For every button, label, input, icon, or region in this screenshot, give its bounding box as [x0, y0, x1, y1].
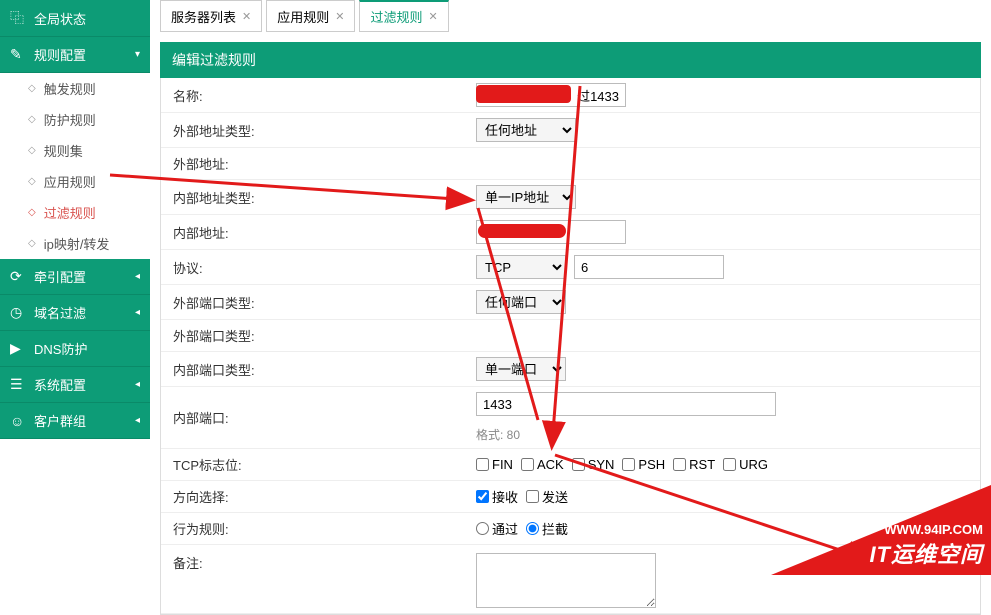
nav-customer[interactable]: ☺ 客户群组 ◂: [0, 403, 150, 439]
sidebar: ⿻ 全局状态 ✎ 规则配置 ▾ 触发规则 防护规则 规则集 应用规则 过滤规则 …: [0, 0, 150, 575]
input-protocol-num[interactable]: [574, 255, 724, 279]
nav-label: 客户群组: [34, 411, 86, 430]
hint-int-port: 格式: 80: [476, 426, 520, 443]
copy-icon: ⿻: [10, 8, 26, 28]
checkbox-rst[interactable]: RST: [673, 457, 715, 472]
checkbox-fin[interactable]: FIN: [476, 457, 513, 472]
label-ext-port-type: 外部端口类型:: [161, 293, 471, 312]
list-icon: ☰: [10, 376, 26, 393]
textarea-remark[interactable]: [476, 553, 656, 608]
nav-sub-filter-rule[interactable]: 过滤规则: [0, 197, 150, 228]
label-tcp-flags: TCP标志位:: [161, 455, 471, 474]
checkbox-recv[interactable]: 接收: [476, 487, 518, 506]
nav-traction[interactable]: ⟳ 牵引配置 ◂: [0, 259, 150, 295]
checkbox-send[interactable]: 发送: [526, 487, 568, 506]
nav-label: 系统配置: [34, 375, 86, 394]
chevron-down-icon: ▾: [135, 49, 140, 60]
checkbox-syn[interactable]: SYN: [572, 457, 615, 472]
label-int-addr-type: 内部地址类型:: [161, 188, 471, 207]
tab-server-list[interactable]: 服务器列表 ✕: [160, 0, 262, 32]
chevron-left-icon: ◂: [135, 271, 140, 282]
nav-label: DNS防护: [34, 339, 87, 358]
select-int-port-type[interactable]: 单一端口: [476, 357, 566, 381]
radio-block[interactable]: 拦截: [526, 519, 568, 538]
users-icon: ☺: [10, 413, 26, 429]
close-icon[interactable]: ✕: [428, 10, 437, 23]
nav-global-status[interactable]: ⿻ 全局状态: [0, 0, 150, 37]
label-int-port: 内部端口:: [161, 408, 471, 427]
nav-label: 全局状态: [34, 9, 86, 28]
select-ext-port-type[interactable]: 任何端口: [476, 290, 566, 314]
label-ext-addr-type: 外部地址类型:: [161, 121, 471, 140]
watermark-text: WWW.94IP.COM IT运维空间: [869, 522, 983, 569]
close-icon[interactable]: ✕: [242, 10, 251, 23]
panel-header: 编辑过滤规则: [160, 42, 981, 78]
label-ext-port-type2: 外部端口类型:: [161, 326, 471, 345]
label-ext-addr: 外部地址:: [161, 154, 471, 173]
chevron-left-icon: ◂: [135, 379, 140, 390]
input-int-port[interactable]: [476, 392, 776, 416]
label-int-port-type: 内部端口类型:: [161, 360, 471, 379]
checkbox-psh[interactable]: PSH: [622, 457, 665, 472]
select-protocol[interactable]: TCP: [476, 255, 566, 279]
close-icon[interactable]: ✕: [335, 10, 344, 23]
nav-label: 域名过滤: [34, 303, 86, 322]
label-direction: 方向选择:: [161, 487, 471, 506]
play-icon: ▶: [10, 340, 26, 357]
chevron-left-icon: ◂: [135, 307, 140, 318]
checkbox-urg[interactable]: URG: [723, 457, 768, 472]
nav-sub-app-rule[interactable]: 应用规则: [0, 166, 150, 197]
select-int-addr-type[interactable]: 单一IP地址: [476, 185, 576, 209]
nav-label: 规则配置: [34, 45, 86, 64]
nav-dns-protect[interactable]: ▶ DNS防护: [0, 331, 150, 367]
select-ext-addr-type[interactable]: 任何地址: [476, 118, 576, 142]
nav-sub-trigger[interactable]: 触发规则: [0, 73, 150, 104]
chevron-left-icon: ◂: [135, 415, 140, 426]
input-name[interactable]: [476, 83, 626, 107]
refresh-icon: ⟳: [10, 268, 26, 285]
input-int-addr[interactable]: [476, 220, 626, 244]
nav-label: 牵引配置: [34, 267, 86, 286]
tab-app-rule[interactable]: 应用规则 ✕: [266, 0, 355, 32]
nav-sub-ruleset[interactable]: 规则集: [0, 135, 150, 166]
nav-sub-ip-mapping[interactable]: ip映射/转发: [0, 228, 150, 259]
label-name: 名称:: [161, 86, 471, 105]
label-remark: 备注:: [161, 553, 471, 572]
tab-bar: 服务器列表 ✕ 应用规则 ✕ 过滤规则 ✕: [160, 0, 981, 32]
dashboard-icon: ◷: [10, 304, 26, 321]
radio-pass[interactable]: 通过: [476, 519, 518, 538]
tab-filter-rule[interactable]: 过滤规则 ✕: [359, 0, 448, 32]
label-protocol: 协议:: [161, 258, 471, 277]
label-int-addr: 内部地址:: [161, 223, 471, 242]
label-action: 行为规则:: [161, 519, 471, 538]
nav-sys-config[interactable]: ☰ 系统配置 ◂: [0, 367, 150, 403]
nav-domain-filter[interactable]: ◷ 域名过滤 ◂: [0, 295, 150, 331]
nav-sub-protect[interactable]: 防护规则: [0, 104, 150, 135]
nav-rule-config[interactable]: ✎ 规则配置 ▾: [0, 37, 150, 73]
checkbox-ack[interactable]: ACK: [521, 457, 564, 472]
edit-icon: ✎: [10, 46, 26, 63]
